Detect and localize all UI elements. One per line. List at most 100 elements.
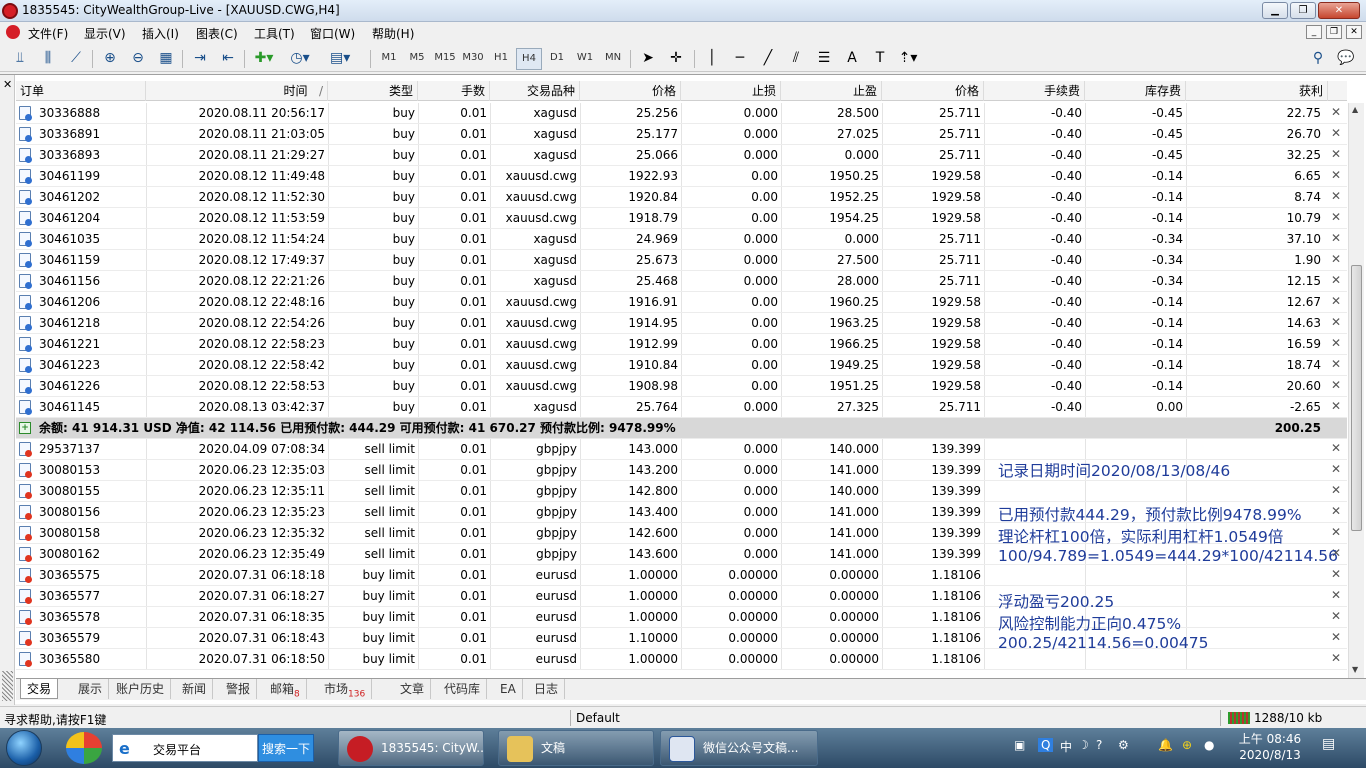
help-tray-icon[interactable]: ? (1096, 738, 1102, 752)
tab-alerts[interactable]: 警报 (220, 679, 258, 699)
close-order-icon[interactable]: ✕ (1331, 483, 1341, 497)
notification-icon[interactable]: 🔔 (1158, 738, 1173, 752)
close-order-icon[interactable]: ✕ (1331, 609, 1341, 623)
col-lots[interactable]: 手数 (418, 81, 490, 101)
timeframe-d1[interactable]: D1 (544, 48, 570, 70)
timeframe-h4[interactable]: H4 (516, 48, 542, 70)
timeframe-mn[interactable]: MN (600, 48, 626, 70)
fibonacci-icon[interactable]: ☰ (814, 48, 834, 70)
col-profit[interactable]: 获利 (1186, 81, 1328, 101)
text-label-icon[interactable]: T (870, 48, 890, 70)
pending-order-row[interactable]: 29537137 2020.04.09 07:08:34 sell limit 0.0… (16, 439, 1347, 460)
vertical-scrollbar[interactable]: ▲ ▼ (1348, 103, 1364, 679)
timeframe-h1[interactable]: H1 (488, 48, 514, 70)
start-button[interactable] (6, 730, 42, 766)
add-tray-icon[interactable]: ⊕ (1182, 738, 1192, 752)
tab-news[interactable]: 新闻 (176, 679, 214, 699)
timeframe-w1[interactable]: W1 (572, 48, 598, 70)
col-swap[interactable]: 库存费 (1085, 81, 1186, 101)
position-row[interactable]: 30461199 2020.08.12 11:49:48 buy 0.01 xauusd… (16, 166, 1347, 187)
expand-icon[interactable]: + (19, 422, 31, 434)
close-order-icon[interactable]: ✕ (1331, 252, 1341, 266)
pending-order-row[interactable]: 30080155 2020.06.23 12:35:11 sell limit 0.0… (16, 481, 1347, 502)
close-order-icon[interactable]: ✕ (1331, 168, 1341, 182)
taskbar-item-folder[interactable]: 文稿 (498, 730, 654, 766)
menu-insert[interactable]: 插入(I) (142, 25, 179, 42)
search-icon[interactable]: ⚲ (1308, 48, 1328, 70)
position-row[interactable]: 30461218 2020.08.12 22:54:26 buy 0.01 xauusd… (16, 313, 1347, 334)
terminal-close-icon[interactable]: ✕ (3, 78, 12, 91)
menu-view[interactable]: 显示(V) (84, 25, 126, 42)
restore-button[interactable]: ❐ (1290, 2, 1316, 19)
arrows-icon[interactable]: ⇡▾ (898, 48, 918, 70)
close-order-icon[interactable]: ✕ (1331, 336, 1341, 350)
position-row[interactable]: 30336893 2020.08.11 21:29:27 buy 0.01 xagusd… (16, 145, 1347, 166)
qq-input-icon[interactable]: Q (1038, 738, 1054, 752)
mdi-close-button[interactable]: ✕ (1346, 25, 1362, 39)
col-price[interactable]: 价格 (580, 81, 681, 101)
search-button[interactable]: 搜索一下 (258, 734, 314, 762)
menu-window[interactable]: 窗口(W) (310, 25, 355, 42)
notification-center-icon[interactable]: ▤ (1322, 736, 1342, 758)
menu-logo-icon[interactable] (6, 25, 20, 39)
chat-icon[interactable]: 💬 (1336, 48, 1356, 70)
close-order-icon[interactable]: ✕ (1331, 126, 1341, 140)
indicators-icon[interactable]: ✚▾ (254, 48, 274, 70)
minimize-button[interactable]: ▁ (1262, 2, 1288, 19)
timeframe-m15[interactable]: M15 (432, 48, 458, 70)
col-type[interactable]: 类型 (328, 81, 418, 101)
scroll-up-icon[interactable]: ▲ (1352, 105, 1358, 114)
close-button[interactable]: ✕ (1318, 2, 1360, 19)
col-order[interactable]: 订单 (16, 81, 146, 101)
position-row[interactable]: 30461145 2020.08.13 03:42:37 buy 0.01 xagusd… (16, 397, 1347, 418)
candlestick-icon[interactable]: ⫼ (38, 48, 58, 70)
autoscroll-icon[interactable]: ⇥ (190, 48, 210, 70)
col-cur-price[interactable]: 价格 (882, 81, 984, 101)
close-order-icon[interactable]: ✕ (1331, 147, 1341, 161)
ime-indicator[interactable]: 中 (1060, 738, 1072, 755)
position-row[interactable]: 30461206 2020.08.12 22:48:16 buy 0.01 xauusd… (16, 292, 1347, 313)
trendline-icon[interactable]: ╱ (758, 48, 778, 70)
qq-penguin-icon[interactable]: ● (1204, 738, 1214, 752)
browser-quicklaunch-icon[interactable] (66, 732, 102, 764)
scroll-thumb[interactable] (1351, 265, 1362, 531)
tab-codebase[interactable]: 代码库 (438, 679, 488, 699)
position-row[interactable]: 30461156 2020.08.12 22:21:26 buy 0.01 xagusd… (16, 271, 1347, 292)
pdf-tray-icon[interactable]: ▣ (1014, 738, 1025, 752)
templates-icon[interactable]: ▤▾ (330, 48, 350, 70)
close-order-icon[interactable]: ✕ (1331, 378, 1341, 392)
mdi-minimize-button[interactable]: _ (1306, 25, 1322, 39)
pending-order-row[interactable]: 30365580 2020.07.31 06:18:50 buy limit 0.01… (16, 649, 1347, 670)
menu-file[interactable]: 文件(F) (28, 25, 68, 42)
mdi-restore-button[interactable]: ❐ (1326, 25, 1342, 39)
taskbar-clock[interactable]: 上午 08:46 2020/8/13 (1230, 731, 1310, 763)
menu-tools[interactable]: 工具(T) (254, 25, 295, 42)
zoom-out-icon[interactable]: ⊖ (128, 48, 148, 70)
moon-icon[interactable]: ☽ (1078, 738, 1089, 752)
close-order-icon[interactable]: ✕ (1331, 441, 1341, 455)
position-row[interactable]: 30336891 2020.08.11 21:03:05 buy 0.01 xagusd… (16, 124, 1347, 145)
close-order-icon[interactable]: ✕ (1331, 588, 1341, 602)
close-order-icon[interactable]: ✕ (1331, 525, 1341, 539)
terminal-grip-icon[interactable] (2, 671, 13, 701)
tab-market[interactable]: 市场136 (318, 679, 373, 699)
close-order-icon[interactable]: ✕ (1331, 399, 1341, 413)
cursor-icon[interactable]: ➤ (638, 48, 658, 70)
menu-help[interactable]: 帮助(H) (372, 25, 414, 42)
tile-windows-icon[interactable]: ▦ (156, 48, 176, 70)
line-chart-icon[interactable]: ⟋ (66, 48, 86, 70)
col-symbol[interactable]: 交易品种 (490, 81, 580, 101)
menu-charts[interactable]: 图表(C) (196, 25, 238, 42)
timeframe-m30[interactable]: M30 (460, 48, 486, 70)
tab-mailbox[interactable]: 邮箱8 (264, 679, 307, 699)
close-order-icon[interactable]: ✕ (1331, 462, 1341, 476)
tab-exposure[interactable]: 展示 (72, 679, 110, 699)
bar-chart-icon[interactable]: ⫫ (10, 48, 30, 70)
position-row[interactable]: 30461035 2020.08.12 11:54:24 buy 0.01 xagusd… (16, 229, 1347, 250)
close-order-icon[interactable]: ✕ (1331, 294, 1341, 308)
col-tp[interactable]: 止盈 (781, 81, 882, 101)
tab-journal[interactable]: 日志 (528, 679, 566, 699)
pending-order-row[interactable]: 30365575 2020.07.31 06:18:18 buy limit 0.01… (16, 565, 1347, 586)
crosshair-icon[interactable]: ✛ (666, 48, 686, 70)
timeframe-m1[interactable]: M1 (376, 48, 402, 70)
